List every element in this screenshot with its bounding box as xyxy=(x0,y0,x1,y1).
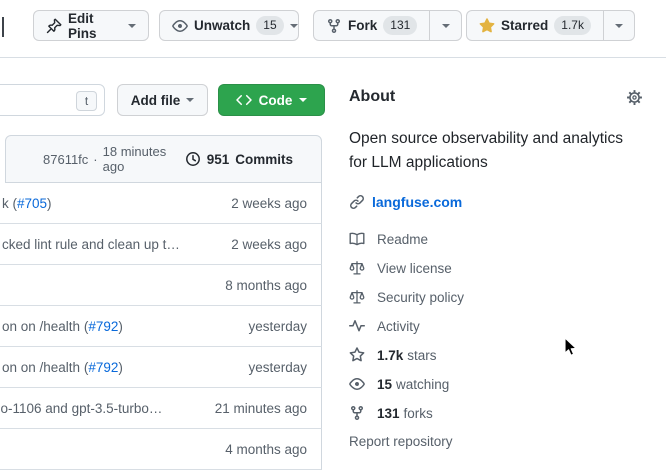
about-item-watching[interactable]: 15watching xyxy=(349,376,449,392)
commit-date[interactable]: 8 months ago xyxy=(225,278,307,293)
file-table-row: 8 months ago xyxy=(0,265,322,306)
commit-date[interactable]: yesterday xyxy=(248,360,307,375)
commit-hash-link[interactable]: 87611fc xyxy=(43,152,88,167)
fork-count-badge: 131 xyxy=(383,16,417,35)
issue-link[interactable]: #792 xyxy=(88,319,118,334)
star-main-button[interactable]: Starred 1.7k xyxy=(467,11,603,40)
pin-icon xyxy=(46,18,62,34)
watch-label: Unwatch xyxy=(194,18,250,33)
commits-count-label: Commits xyxy=(235,152,293,167)
report-repository-link[interactable]: Report repository xyxy=(349,434,453,449)
code-icon xyxy=(236,92,252,108)
law-icon xyxy=(349,260,365,276)
website-url: langfuse.com xyxy=(372,194,462,210)
law-icon xyxy=(349,289,365,305)
commit-date[interactable]: 4 months ago xyxy=(225,442,307,457)
repo-forked-icon xyxy=(349,405,365,421)
commits-count-link[interactable]: 951 Commits xyxy=(185,151,293,167)
repo-forked-icon xyxy=(326,18,342,34)
eye-icon xyxy=(349,376,365,392)
chevron-down-icon xyxy=(442,24,450,28)
commits-count: 951 xyxy=(207,152,230,167)
commit-message[interactable]: on on /health (#792) xyxy=(2,360,123,375)
gear-icon[interactable] xyxy=(626,89,643,106)
latest-commit-bar: 87611fc · 18 minutes ago 951 Commits xyxy=(5,135,322,183)
chevron-down-icon xyxy=(299,98,307,102)
cutoff-button-edge xyxy=(2,17,4,37)
watch-count-badge: 15 xyxy=(256,16,283,35)
file-table-row: bo-1106 and gpt-3.5-turbo… 21 minutes ag… xyxy=(0,388,322,429)
fork-dropdown-button[interactable] xyxy=(429,11,461,40)
chevron-down-icon xyxy=(128,24,136,28)
commit-message[interactable]: cked lint rule and clean up t… xyxy=(2,237,180,252)
website-link[interactable]: langfuse.com xyxy=(349,194,462,210)
about-item-stars[interactable]: 1.7kstars xyxy=(349,347,437,363)
book-icon xyxy=(349,231,365,247)
fork-label: Fork xyxy=(348,18,377,33)
about-title: About xyxy=(349,88,395,106)
edit-pins-label: Edit Pins xyxy=(68,11,122,41)
keyboard-shortcut-badge: t xyxy=(76,91,97,111)
about-item-readme[interactable]: Readme xyxy=(349,231,428,247)
commit-message[interactable]: on on /health (#792) xyxy=(2,319,123,334)
commit-date[interactable]: 21 minutes ago xyxy=(215,401,307,416)
file-table-row: on on /health (#792) yesterday xyxy=(0,347,322,388)
history-icon xyxy=(185,151,201,167)
commit-time: 18 minutes ago xyxy=(103,144,185,174)
file-table-row: k (#705) 2 weeks ago xyxy=(0,183,322,224)
star-count-badge: 1.7k xyxy=(554,16,591,35)
file-table-row: on on /health (#792) yesterday xyxy=(0,306,322,347)
commit-date[interactable]: 2 weeks ago xyxy=(231,196,307,211)
dot-separator: · xyxy=(93,152,97,167)
star-dropdown-button[interactable] xyxy=(603,11,634,40)
unwatch-button[interactable]: Unwatch 15 xyxy=(159,10,299,41)
edit-pins-button[interactable]: Edit Pins xyxy=(33,10,149,41)
eye-icon xyxy=(172,18,188,34)
star-label: Starred xyxy=(501,18,548,33)
mouse-cursor xyxy=(564,337,580,359)
about-description: Open source observability and analytics … xyxy=(349,127,643,175)
about-item-forks[interactable]: 131forks xyxy=(349,405,433,421)
star-outline-icon xyxy=(349,347,365,363)
header-divider xyxy=(0,57,666,58)
link-icon xyxy=(349,194,365,210)
add-file-label: Add file xyxy=(131,93,181,108)
chevron-down-icon xyxy=(615,24,623,28)
file-table-row: cked lint rule and clean up t… 2 weeks a… xyxy=(0,224,322,265)
file-table-row: 4 months ago xyxy=(0,429,322,470)
pulse-icon xyxy=(349,318,365,334)
fork-main-button[interactable]: Fork 131 xyxy=(314,11,429,40)
code-label: Code xyxy=(259,93,293,108)
star-button: Starred 1.7k xyxy=(466,10,635,41)
commit-date[interactable]: 2 weeks ago xyxy=(231,237,307,252)
code-button[interactable]: Code xyxy=(218,84,325,116)
issue-link[interactable]: #705 xyxy=(17,196,47,211)
chevron-down-icon xyxy=(290,24,298,28)
star-filled-icon xyxy=(479,18,495,34)
issue-link[interactable]: #792 xyxy=(88,360,118,375)
about-item-activity[interactable]: Activity xyxy=(349,318,420,334)
commit-message[interactable]: k (#705) xyxy=(2,196,52,211)
go-to-file-input[interactable]: t xyxy=(0,84,105,116)
add-file-button[interactable]: Add file xyxy=(117,84,208,116)
commit-message[interactable]: bo-1106 and gpt-3.5-turbo… xyxy=(0,401,162,416)
commit-date[interactable]: yesterday xyxy=(248,319,307,334)
chevron-down-icon xyxy=(186,98,194,102)
about-item-license[interactable]: View license xyxy=(349,260,452,276)
fork-button: Fork 131 xyxy=(313,10,462,41)
about-item-security[interactable]: Security policy xyxy=(349,289,464,305)
